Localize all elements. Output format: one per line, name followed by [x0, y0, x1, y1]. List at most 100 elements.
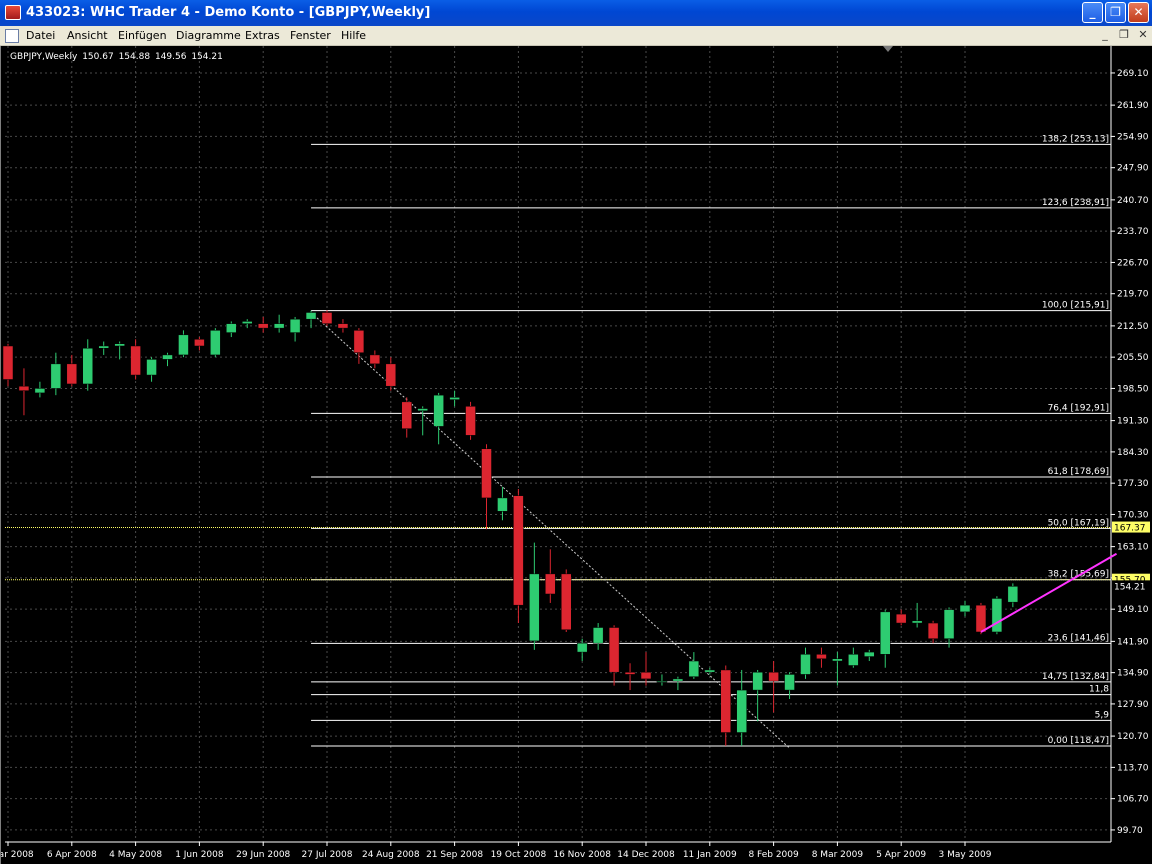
fib-level-label: 138,2 [253,13]	[1042, 134, 1109, 144]
x-tick-label: 16 Nov 2008	[553, 850, 611, 860]
bull-candle	[752, 671, 763, 691]
bear-candle	[481, 448, 492, 499]
bull-candle	[688, 660, 700, 677]
price-tag-label: 167.37	[1114, 524, 1146, 534]
menu-fenster[interactable]: Fenster	[290, 29, 331, 42]
ohlc-low: 149.56	[154, 52, 187, 62]
maximize-button[interactable]: ❐	[1105, 2, 1126, 23]
chart-canvas[interactable]: 269.10 261.90 254.90 247.90 240.70 233.70 226.…	[1, 46, 1152, 864]
bear-candle	[816, 654, 827, 660]
y-tick-label: 99.70	[1117, 826, 1143, 836]
bull-candle	[34, 388, 46, 394]
bull-candle	[50, 363, 62, 389]
menu-hilfe[interactable]: Hilfe	[341, 29, 366, 42]
bear-candle	[720, 669, 731, 733]
y-tick-label: 226.70	[1117, 258, 1149, 268]
y-tick-label: 127.90	[1117, 700, 1149, 710]
x-tick-label: 27 Jul 2008	[302, 850, 353, 860]
bull-candle	[959, 604, 971, 613]
menu-diagramme[interactable]: Diagramme	[176, 29, 241, 42]
user-trendline	[980, 552, 1118, 633]
menu-extras[interactable]: Extras	[245, 29, 280, 42]
bear-candle	[975, 604, 987, 633]
y-tick-label: 269.10	[1117, 69, 1149, 79]
x-tick-label: 1 Jun 2008	[175, 850, 224, 860]
y-tick-label: 106.70	[1117, 795, 1149, 805]
fib-level-label: 61,8 [178,69]	[1048, 467, 1109, 477]
bear-candle	[321, 312, 333, 324]
bull-candle	[529, 573, 540, 642]
bull-candle	[800, 654, 811, 675]
menu-einfuegen[interactable]: Einfügen	[118, 29, 167, 42]
menu-ansicht[interactable]: Ansicht	[67, 29, 108, 42]
fib-level-label: 76,4 [192,91]	[1048, 403, 1109, 413]
y-tick-label: 113.70	[1117, 763, 1149, 773]
x-tick-label: 3 May 2009	[939, 850, 992, 860]
bear-candle	[513, 495, 524, 606]
chart-shift-marker	[883, 46, 893, 52]
x-tick-label: 29 Jun 2008	[236, 850, 290, 860]
bear-candle	[401, 401, 412, 429]
x-tick-label: 24 Aug 2008	[362, 850, 420, 860]
bull-candle	[98, 345, 109, 349]
bull-candle	[497, 497, 508, 512]
bull-candle	[576, 642, 588, 653]
x-tick-label: 6 Apr 2008	[47, 850, 97, 860]
bull-candle	[991, 598, 1003, 633]
bull-candle	[592, 627, 604, 644]
close-button[interactable]: ✕	[1128, 2, 1149, 23]
y-tick-label: 191.30	[1117, 417, 1149, 427]
bull-candle	[417, 408, 428, 412]
x-tick-label: 8 Mar 2009	[812, 850, 864, 860]
fib-level-label: 100,0 [215,91]	[1042, 301, 1109, 311]
bull-candle	[784, 674, 795, 691]
price-chart[interactable]: 269.10 261.90 254.90 247.90 240.70 233.70 226.…	[0, 46, 1152, 864]
mdi-restore-button[interactable]: ❐	[1117, 28, 1131, 42]
ohlc-open: 150.67	[82, 52, 114, 62]
bear-candle	[18, 385, 30, 391]
bear-candle	[257, 323, 269, 329]
y-tick-label: 205.50	[1117, 353, 1149, 363]
x-tick-label: 9 Mar 2008	[1, 850, 34, 860]
bull-candle	[273, 323, 285, 329]
y-tick-label: 254.90	[1117, 132, 1149, 142]
bull-candle	[210, 330, 221, 356]
menu-datei[interactable]: Datei	[26, 29, 55, 42]
chart-document-icon[interactable]	[5, 29, 19, 43]
ohlc-close: 154.21	[191, 52, 223, 62]
bull-candle	[226, 323, 237, 333]
bull-candle	[880, 611, 891, 655]
bear-candle	[66, 363, 78, 385]
bull-candle	[114, 343, 125, 347]
mdi-minimize-button[interactable]: _	[1098, 28, 1112, 42]
app-icon[interactable]	[5, 5, 21, 20]
bear-candle	[768, 671, 779, 682]
menu-bar: Datei Ansicht Einfügen Diagramme Extras …	[0, 26, 1152, 46]
y-tick-label: 170.30	[1117, 510, 1149, 520]
bull-candle	[656, 680, 668, 683]
minimize-button[interactable]: _	[1082, 2, 1103, 23]
y-tick-label: 184.30	[1117, 448, 1149, 458]
bear-candle	[545, 573, 556, 595]
x-tick-label: 4 May 2008	[109, 850, 162, 860]
y-tick-label: 120.70	[1117, 732, 1149, 742]
bull-candle	[82, 347, 93, 385]
x-tick-label: 5 Apr 2009	[876, 850, 926, 860]
fib-level-label: 11,8	[1089, 685, 1109, 695]
bull-candle	[305, 312, 317, 320]
bear-candle	[927, 622, 939, 639]
y-tick-label: 134.90	[1117, 669, 1149, 679]
x-tick-label: 8 Feb 2009	[748, 850, 799, 860]
bear-candle	[353, 330, 365, 353]
y-tick-label: 177.30	[1117, 479, 1149, 489]
y-tick-label: 163.10	[1117, 543, 1149, 553]
bull-candle	[736, 689, 747, 733]
chart-legend: GBPJPY,Weekly 150.67 154.88 149.56 154.2…	[10, 52, 225, 62]
mdi-close-button[interactable]: ✕	[1136, 28, 1150, 42]
bear-candle	[369, 354, 381, 365]
bull-candle	[178, 334, 189, 356]
fib-level-label: 123,6 [238,91]	[1042, 198, 1109, 208]
bear-candle	[608, 627, 620, 673]
bear-candle	[337, 323, 349, 329]
bull-candle	[162, 354, 173, 360]
